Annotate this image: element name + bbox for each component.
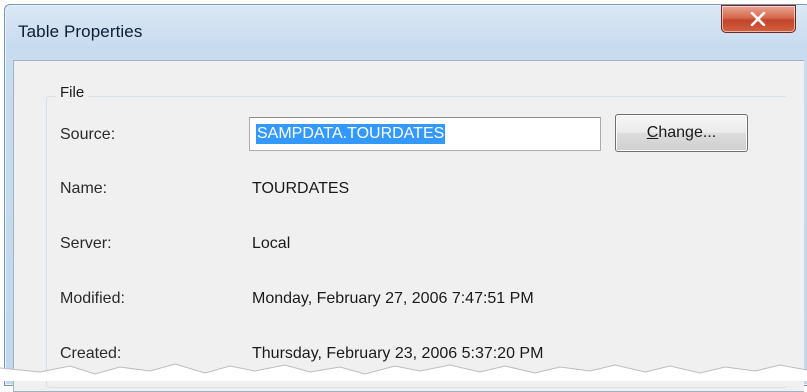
screenshot: Table Properties File Source: SAMPDATA.T… bbox=[0, 0, 807, 392]
torn-edge-decoration bbox=[0, 363, 807, 381]
